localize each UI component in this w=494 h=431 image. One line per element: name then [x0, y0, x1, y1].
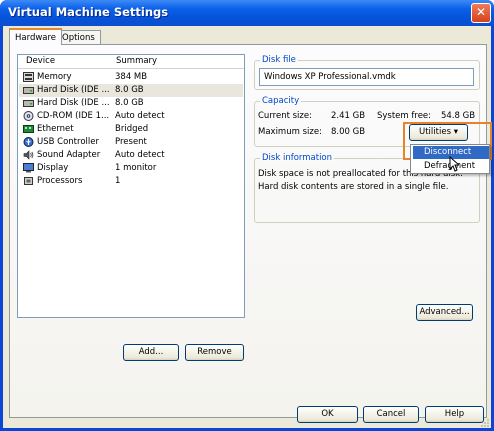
processor-icon: [24, 177, 33, 185]
device-summary: Auto detect: [115, 111, 165, 121]
current-size-value: 2.41 GB: [331, 111, 366, 121]
device-name: Processors: [37, 176, 83, 186]
maximum-size-value: 8.00 GB: [331, 127, 366, 137]
device-row-sound-adapter[interactable]: Sound Adapter Auto detect: [19, 149, 243, 162]
system-free-value: 54.8 GB: [441, 111, 476, 121]
device-row-processors[interactable]: Processors 1: [19, 175, 243, 188]
tab-hardware[interactable]: Hardware: [9, 28, 63, 45]
device-name: Ethernet: [37, 124, 74, 134]
display-icon: [23, 163, 34, 173]
hardware-panel: Device Summary Memory 384 MB Hard Disk (…: [9, 44, 487, 418]
window-title: Virtual Machine Settings: [8, 5, 169, 19]
utilities-label: Utilities: [419, 127, 451, 137]
column-header-summary[interactable]: Summary: [116, 56, 157, 66]
utilities-button[interactable]: Utilities ▾: [409, 124, 468, 141]
device-list[interactable]: Device Summary Memory 384 MB Hard Disk (…: [17, 54, 245, 318]
device-summary: 8.0 GB: [115, 85, 144, 95]
device-row-memory[interactable]: Memory 384 MB: [19, 71, 243, 84]
device-row-hard-disk-1[interactable]: Hard Disk (IDE ... 8.0 GB: [19, 84, 243, 97]
add-device-button[interactable]: Add...: [123, 344, 179, 361]
device-summary: 384 MB: [115, 72, 148, 82]
disk-file-title: Disk file: [260, 55, 298, 65]
advanced-button[interactable]: Advanced...: [416, 304, 473, 321]
list-header: Device Summary: [18, 55, 244, 69]
disk-info-line-2: Hard disk contents are stored in a singl…: [258, 182, 449, 192]
hard-disk-icon: [23, 100, 34, 107]
ethernet-icon: [23, 125, 34, 133]
close-button[interactable]: ✕: [471, 3, 491, 23]
capacity-title: Capacity: [260, 96, 302, 106]
tab-options[interactable]: Options: [56, 30, 101, 45]
hard-disk-icon: [23, 87, 34, 94]
remove-device-button[interactable]: Remove: [185, 344, 244, 361]
disk-file-group: Disk file Windows XP Professional.vmdk: [254, 55, 480, 90]
device-name: Display: [37, 163, 69, 173]
device-row-usb-controller[interactable]: USB Controller Present: [19, 136, 243, 149]
disk-file-field[interactable]: Windows XP Professional.vmdk: [259, 68, 474, 86]
device-name: Hard Disk (IDE ...: [37, 98, 110, 108]
device-name: Memory: [37, 72, 72, 82]
usb-icon: [23, 137, 34, 147]
device-summary: 1: [115, 176, 121, 186]
mouse-cursor-icon: [449, 156, 459, 172]
sound-icon: [23, 150, 34, 160]
dropdown-arrow-icon: ▾: [453, 127, 458, 137]
memory-icon: [23, 72, 34, 82]
cd-rom-icon: [23, 111, 34, 121]
device-summary: Auto detect: [115, 150, 165, 160]
device-name: CD-ROM (IDE 1...: [37, 111, 110, 121]
maximum-size-label: Maximum size:: [258, 127, 322, 137]
column-header-device[interactable]: Device: [26, 56, 55, 66]
device-summary: 8.0 GB: [115, 98, 144, 108]
device-summary: Bridged: [115, 124, 149, 134]
dialog-body: Hardware Options Device Summary Memory 3…: [3, 26, 491, 428]
device-row-cd-rom[interactable]: CD-ROM (IDE 1... Auto detect: [19, 110, 243, 123]
cancel-button[interactable]: Cancel: [363, 406, 419, 423]
device-row-ethernet[interactable]: Ethernet Bridged: [19, 123, 243, 136]
device-row-display[interactable]: Display 1 monitor: [19, 162, 243, 175]
disk-information-title: Disk information: [260, 153, 335, 163]
device-summary: 1 monitor: [115, 163, 157, 173]
vm-settings-window: Virtual Machine Settings ✕ Hardware Opti…: [0, 0, 494, 431]
title-bar[interactable]: Virtual Machine Settings ✕: [0, 0, 494, 26]
current-size-label: Current size:: [258, 111, 312, 121]
device-summary: Present: [115, 137, 147, 147]
device-row-hard-disk-2[interactable]: Hard Disk (IDE ... 8.0 GB: [19, 97, 243, 110]
system-free-label: System free:: [377, 111, 432, 121]
device-name: Hard Disk (IDE ...: [37, 85, 110, 95]
device-name: Sound Adapter: [37, 150, 101, 160]
ok-button[interactable]: OK: [297, 406, 358, 423]
resize-grip-icon[interactable]: [478, 416, 490, 428]
help-button[interactable]: Help: [425, 406, 484, 423]
device-name: USB Controller: [37, 137, 99, 147]
